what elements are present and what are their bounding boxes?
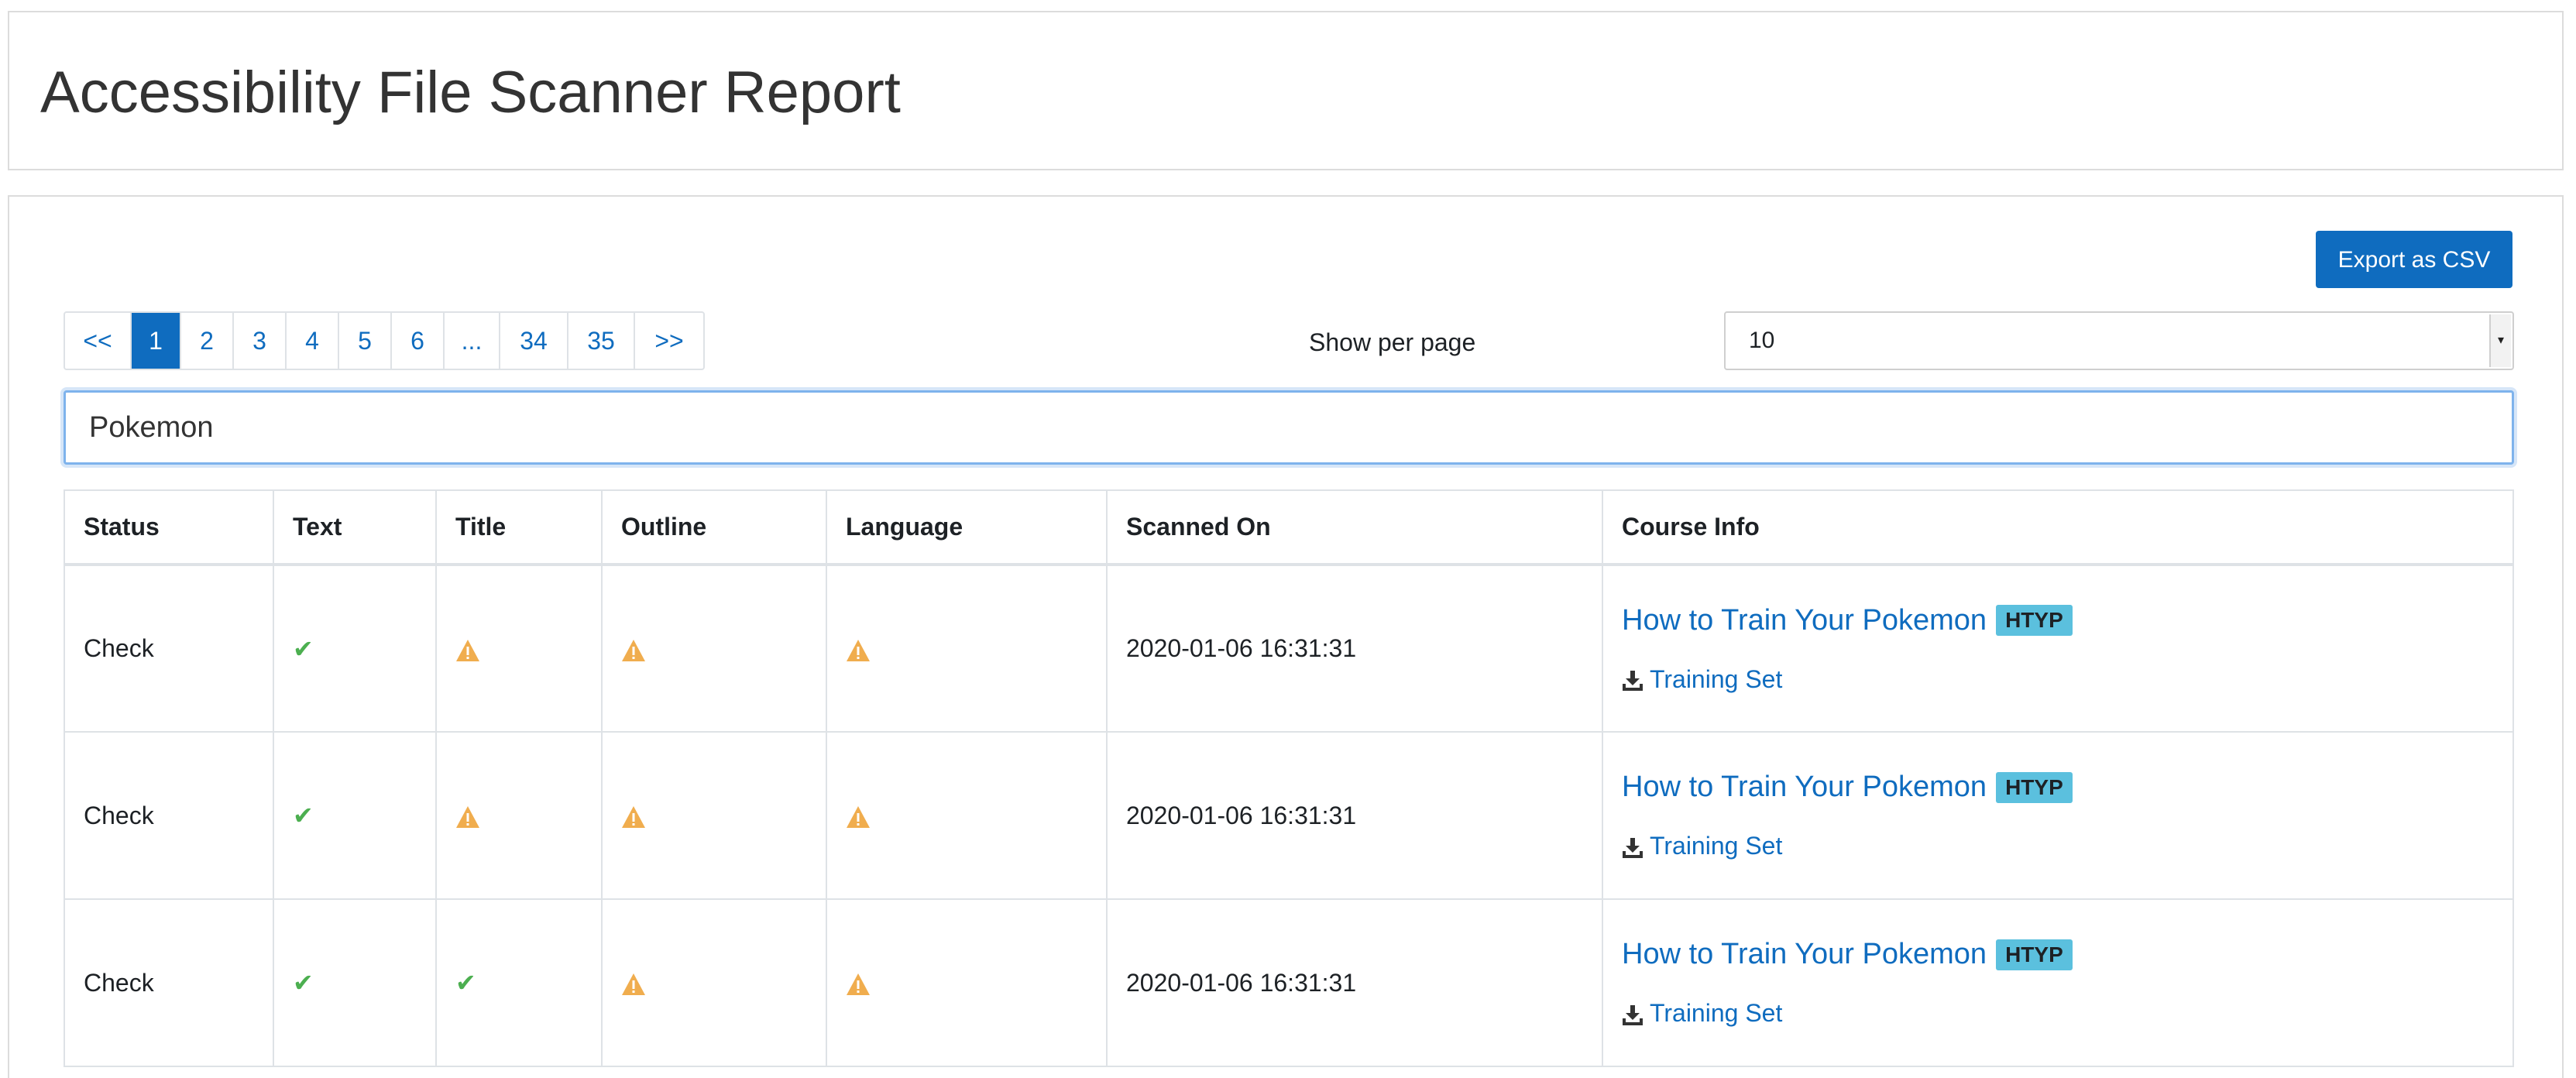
header-scanned-on[interactable]: Scanned On [1106,489,1603,566]
page-3-button[interactable]: 3 [234,313,287,369]
warning-icon [622,806,645,829]
table-header-row: Status Text Title Outline Language Scann… [64,489,2514,566]
language-cell [826,564,1108,733]
warning-icon [847,973,870,996]
warning-icon [847,639,870,661]
course-info-cell: How to Train Your Pokemon HTYP Training Se… [1602,731,2514,900]
page-1-button[interactable]: 1 [132,313,181,369]
table-row: Check ✔ 2020-01-06 16:31:31 How to Train Yo… [64,564,2514,733]
check-icon: ✔ [293,969,314,997]
course-badge: HTYP [1996,939,2073,970]
header-outline[interactable]: Outline [601,489,827,566]
page-first-button[interactable]: << [65,313,132,369]
title-cell [435,564,603,733]
page-6-button[interactable]: 6 [392,313,445,369]
scanned-on-cell: 2020-01-06 16:31:31 [1106,898,1603,1067]
status-cell: Check [64,564,274,733]
pagination: << 1 2 3 4 5 6 ... 34 35 >> [64,311,705,370]
select-arrow-icon[interactable]: ▾ [2489,314,2511,367]
title-cell [435,731,603,900]
header-status[interactable]: Status [64,489,274,566]
course-info-cell: How to Train Your Pokemon HTYP Training Se… [1602,564,2514,733]
header-course-info[interactable]: Course Info [1602,489,2514,566]
warning-icon [456,806,479,829]
warning-icon [456,639,479,661]
text-cell: ✔ [273,564,437,733]
text-cell: ✔ [273,898,437,1067]
file-link[interactable]: Training Set [1650,999,1782,1027]
course-badge: HTYP [1996,771,2073,803]
per-page-value: 10 [1749,328,1775,353]
report-card: Export as CSV << 1 2 3 4 5 6 ... 34 35 >… [8,195,2564,1078]
header-language[interactable]: Language [826,489,1108,566]
language-cell [826,731,1108,900]
page-34-button[interactable]: 34 [500,313,568,369]
header-card: Accessibility File Scanner Report [8,11,2564,170]
course-link[interactable]: How to Train Your Pokemon [1622,771,1987,803]
outline-cell [601,898,827,1067]
page-title: Accessibility File Scanner Report [40,60,901,125]
text-cell: ✔ [273,731,437,900]
check-icon: ✔ [455,969,476,997]
page-2-button[interactable]: 2 [181,313,234,369]
download-icon [1623,671,1643,692]
warning-icon [622,639,645,661]
search-input[interactable] [64,390,2514,465]
table-row: Check ✔ ✔ 2020-01-06 16:31:31 How to Train Y… [64,898,2514,1067]
check-icon: ✔ [293,634,314,663]
page-5-button[interactable]: 5 [339,313,392,369]
per-page-label: Show per page [1309,328,1476,356]
page-4-button[interactable]: 4 [287,313,339,369]
warning-icon [847,806,870,829]
course-link[interactable]: How to Train Your Pokemon [1622,938,1987,970]
export-csv-button[interactable]: Export as CSV [2316,231,2512,288]
results-table: Status Text Title Outline Language Scann… [64,489,2514,1067]
download-icon [1623,1004,1643,1025]
check-icon: ✔ [293,802,314,829]
title-cell: ✔ [435,898,603,1067]
file-link[interactable]: Training Set [1650,665,1782,693]
outline-cell [601,564,827,733]
header-text[interactable]: Text [273,489,437,566]
table-row: Check ✔ 2020-01-06 16:31:31 How to Train Yo… [64,731,2514,900]
header-title[interactable]: Title [435,489,603,566]
page-35-button[interactable]: 35 [568,313,635,369]
warning-icon [622,973,645,996]
course-info-cell: How to Train Your Pokemon HTYP Training Se… [1602,898,2514,1067]
status-cell: Check [64,898,274,1067]
file-link[interactable]: Training Set [1650,832,1782,860]
course-badge: HTYP [1996,605,2073,636]
download-icon [1623,837,1643,858]
page-last-button[interactable]: >> [635,313,703,369]
page-ellipsis: ... [445,313,500,369]
status-cell: Check [64,731,274,900]
per-page-select[interactable]: 10 ▾ [1724,311,2514,370]
course-link[interactable]: How to Train Your Pokemon [1622,604,1987,637]
scanned-on-cell: 2020-01-06 16:31:31 [1106,731,1603,900]
scanned-on-cell: 2020-01-06 16:31:31 [1106,564,1603,733]
outline-cell [601,731,827,900]
language-cell [826,898,1108,1067]
